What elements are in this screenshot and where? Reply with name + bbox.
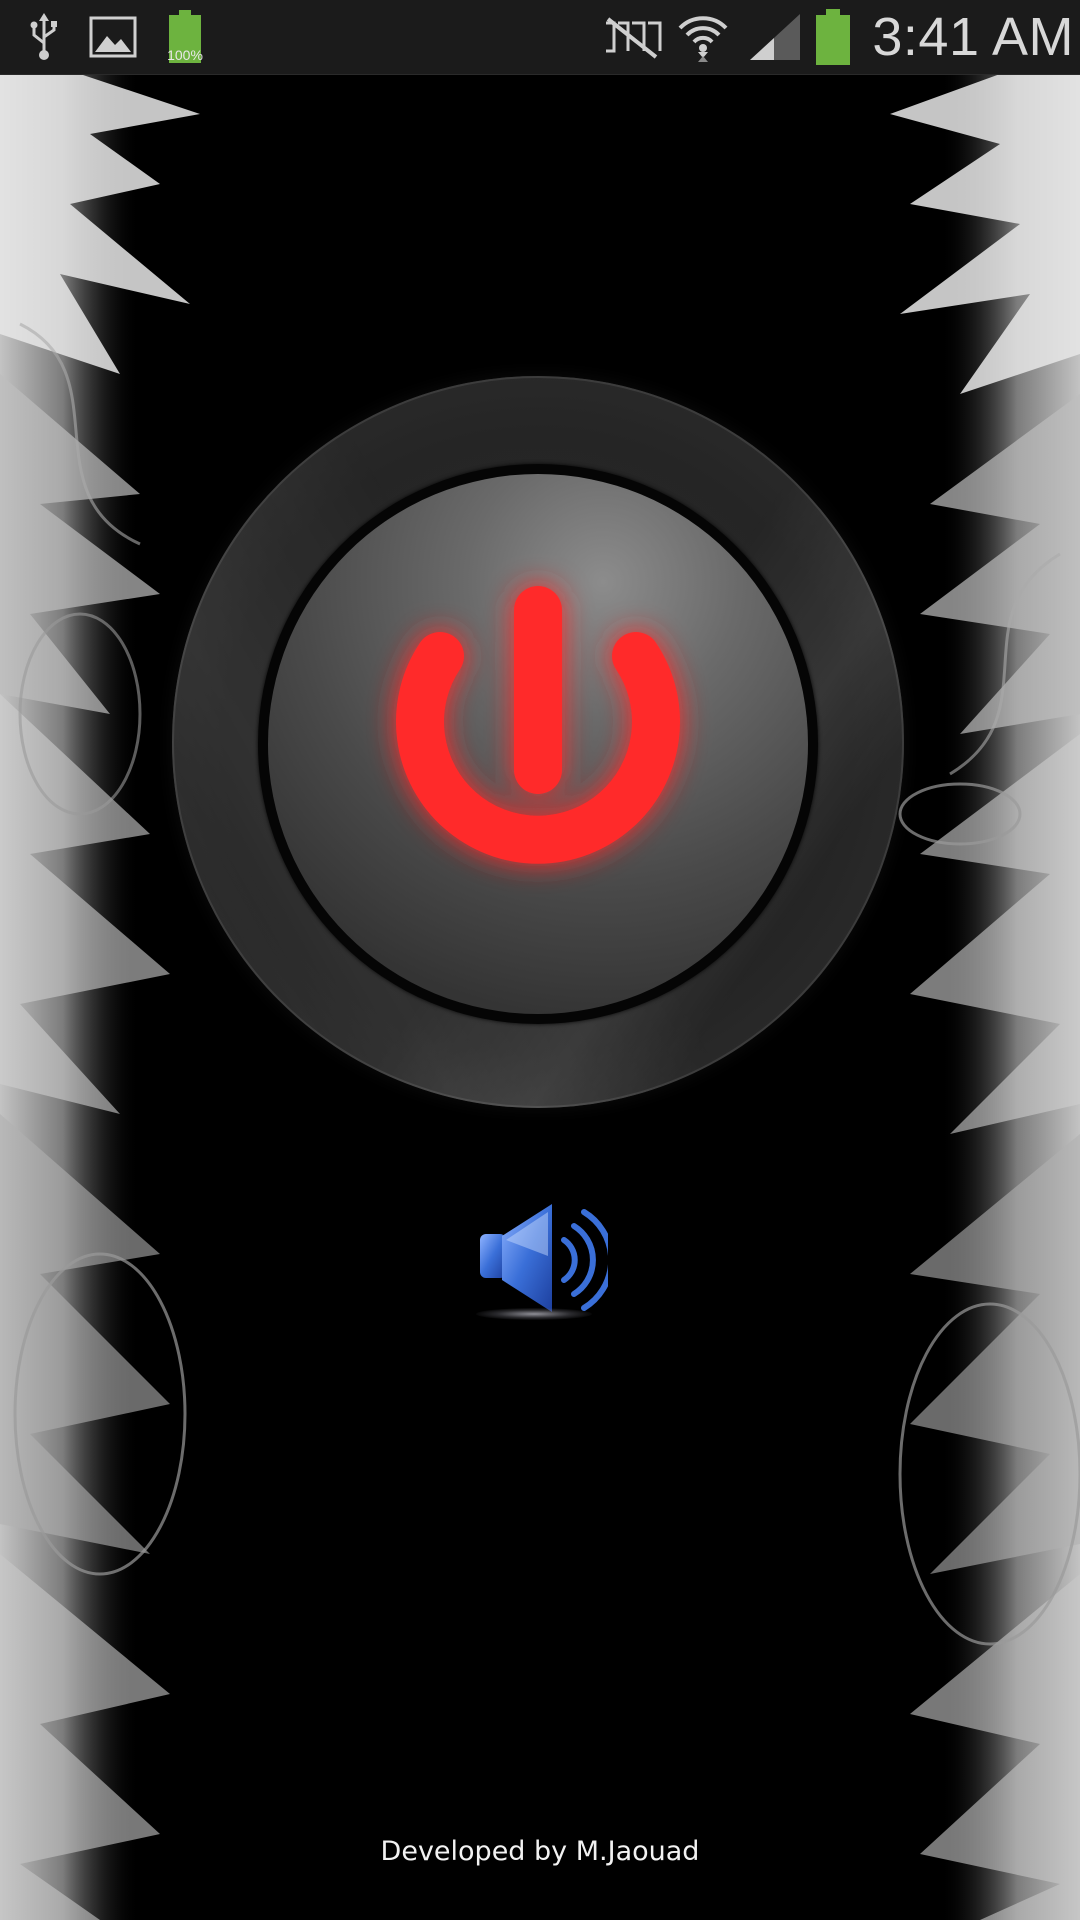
gallery-icon: [88, 0, 138, 74]
left-decoration: [0, 74, 200, 1920]
app-screen: 100% 3:41 AM Developed by M.Jaouad: [0, 0, 1080, 1920]
speaker-shadow: [476, 1308, 592, 1320]
developer-credit: Developed by M.Jaouad: [380, 1836, 700, 1867]
power-button[interactable]: [172, 376, 904, 1108]
speaker-icon: [480, 1204, 615, 1312]
status-time: 3:41 AM: [872, 7, 1074, 67]
sound-toggle-button[interactable]: [472, 1196, 615, 1326]
power-button-face: [268, 474, 808, 1014]
battery-icon: [812, 0, 854, 74]
usb-icon: [22, 0, 66, 74]
power-icon: [396, 586, 680, 864]
right-decoration: [890, 74, 1080, 1920]
battery-notification-icon: 100%: [162, 0, 208, 74]
status-bar: 100% 3:41 AM: [0, 0, 1080, 75]
power-button-ring: [258, 464, 818, 1024]
no-signal-icon: [600, 0, 666, 74]
wifi-icon: [674, 0, 732, 74]
battery-percent-label: 100%: [167, 47, 203, 63]
cell-signal-icon: [744, 0, 806, 74]
